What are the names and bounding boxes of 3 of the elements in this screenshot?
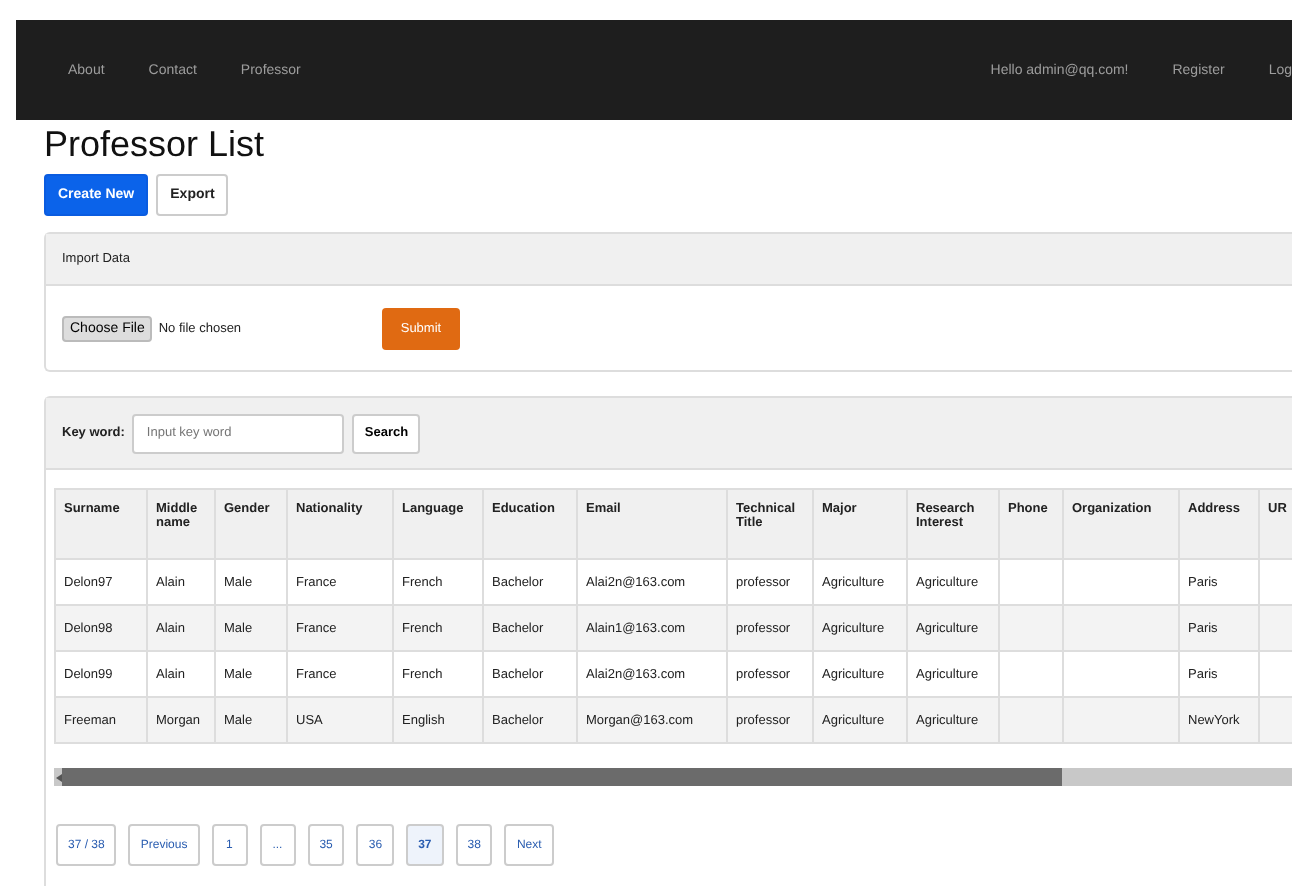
scrollbar-thumb[interactable] [62,768,1062,786]
page-title: Professor List [44,124,265,166]
horizontal-scrollbar[interactable] [54,768,1292,786]
